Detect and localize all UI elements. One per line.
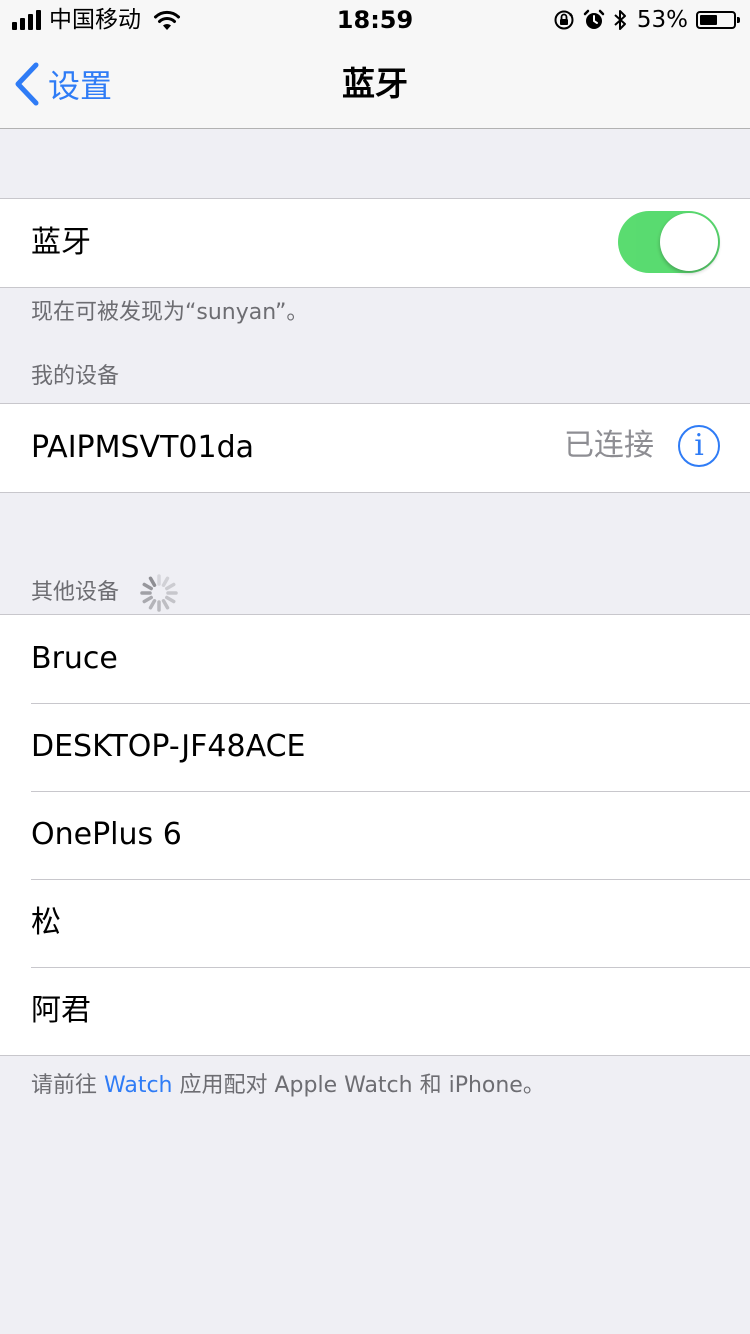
toggle-knob (660, 213, 718, 271)
device-row[interactable]: DESKTOP-JF48ACE (0, 703, 750, 791)
orientation-lock-icon (554, 10, 574, 30)
device-row[interactable]: 松 (0, 879, 750, 967)
my-devices-list: PAIPMSVT01da 已连接 i (0, 403, 750, 493)
footer-prefix: 请前往 (31, 1073, 104, 1098)
loading-spinner-icon (140, 574, 178, 612)
device-row[interactable]: OnePlus 6 (0, 791, 750, 879)
device-name: 阿君 (31, 993, 91, 1028)
status-bar: 中国移动 18:59 53% (0, 0, 750, 40)
footer-note: 请前往 Watch 应用配对 Apple Watch 和 iPhone。 (31, 1072, 545, 1100)
bluetooth-toggle-row: 蓝牙 (0, 199, 750, 287)
bluetooth-icon (614, 10, 626, 30)
bluetooth-toggle-group: 蓝牙 (0, 198, 750, 288)
device-name: 松 (31, 905, 61, 940)
battery-percent: 53% (636, 7, 688, 33)
other-devices-header-label: 其他设备 (31, 580, 120, 605)
device-row[interactable]: Bruce (0, 615, 750, 703)
device-name: DESKTOP-JF48ACE (31, 729, 306, 764)
status-bar-right: 53% (553, 7, 740, 33)
watch-app-link[interactable]: Watch (104, 1073, 173, 1098)
alarm-icon (583, 9, 605, 29)
bluetooth-label: 蓝牙 (31, 225, 91, 260)
connection-status: 已连接 (564, 428, 654, 463)
device-name: Bruce (31, 641, 118, 676)
info-icon[interactable]: i (678, 425, 720, 467)
other-devices-list: Bruce DESKTOP-JF48ACE OnePlus 6 松 阿君 (0, 614, 750, 1056)
device-row-connected[interactable]: PAIPMSVT01da 已连接 i (0, 404, 750, 492)
other-devices-header: 其他设备 (31, 573, 179, 613)
navigation-bar: 设置 蓝牙 (0, 40, 750, 129)
device-row[interactable]: 阿君 (0, 967, 750, 1055)
page-title: 蓝牙 (342, 64, 408, 103)
device-name: PAIPMSVT01da (31, 430, 255, 465)
my-devices-header-label: 我的设备 (31, 364, 120, 389)
device-name: OnePlus 6 (31, 817, 182, 852)
my-devices-header: 我的设备 (31, 363, 119, 391)
discoverable-note: 现在可被发现为“sunyan”。 (31, 300, 309, 325)
bluetooth-toggle[interactable] (618, 211, 720, 273)
battery-icon (696, 11, 740, 29)
footer-suffix: 应用配对 Apple Watch 和 iPhone。 (172, 1073, 545, 1098)
